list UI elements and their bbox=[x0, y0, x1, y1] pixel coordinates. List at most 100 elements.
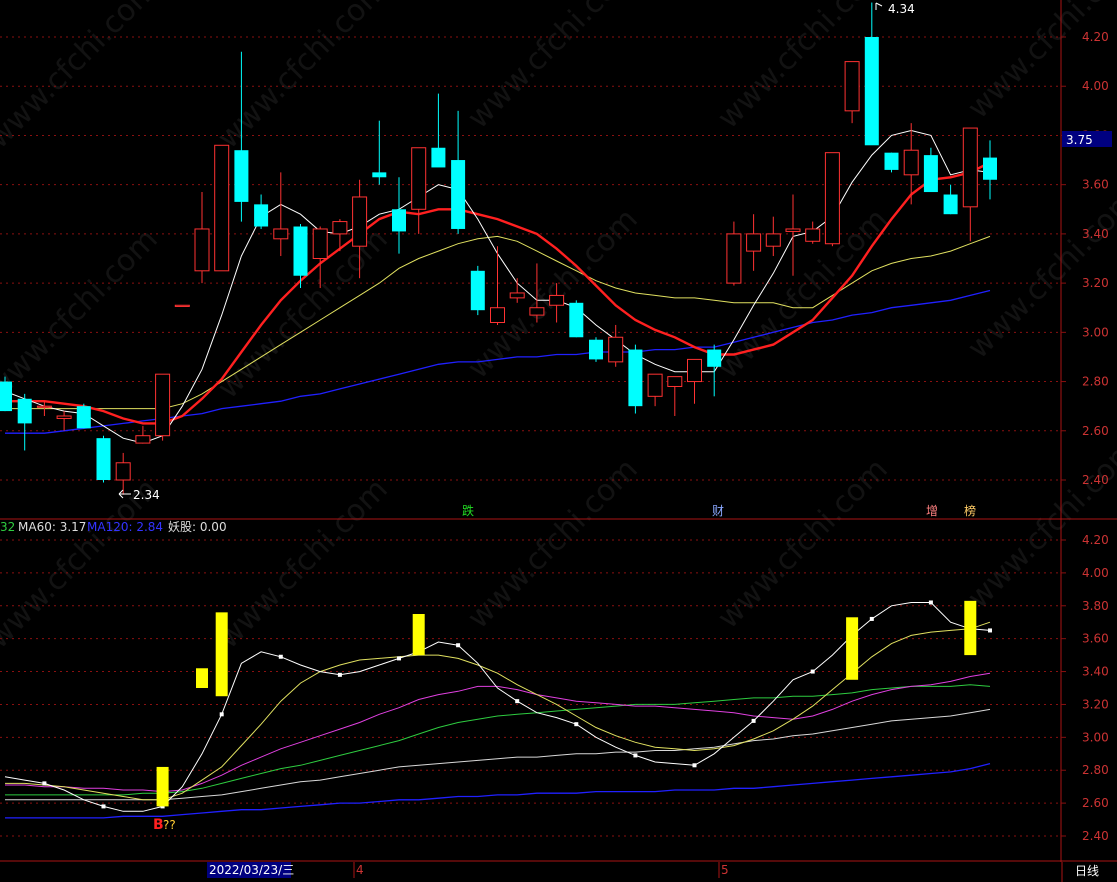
candle-body-up bbox=[765, 233, 781, 247]
signal-bar bbox=[846, 617, 859, 680]
price-tick-label: 2.40 bbox=[1082, 473, 1109, 487]
candle-body-up bbox=[667, 376, 683, 387]
candle-body-down bbox=[923, 155, 938, 193]
candle-body-up bbox=[844, 61, 860, 112]
legend-ma120: MA120: 2.84 bbox=[87, 520, 163, 534]
indicator-point bbox=[633, 753, 638, 758]
chart-background bbox=[0, 0, 1117, 882]
indicator-tick-label: 3.80 bbox=[1082, 599, 1109, 613]
signal-bar bbox=[215, 612, 228, 697]
price-tick-label: 2.60 bbox=[1082, 424, 1109, 438]
candle-body-up bbox=[155, 373, 171, 437]
indicator-point bbox=[574, 722, 579, 727]
candle-body-up bbox=[549, 294, 565, 306]
candle-body-up bbox=[608, 336, 624, 363]
event-marker-zeng[interactable]: 增 bbox=[926, 504, 938, 518]
indicator-point bbox=[692, 763, 697, 768]
signal-bar bbox=[196, 668, 208, 688]
buy-marker-suffix: ?? bbox=[163, 818, 176, 832]
indicator-point bbox=[988, 628, 992, 633]
indicator-point bbox=[928, 600, 933, 605]
candle-body-up bbox=[785, 228, 801, 232]
low-price-label: 2.34 bbox=[133, 488, 160, 502]
month-5-label: 5 bbox=[721, 863, 729, 877]
candle-body-down bbox=[707, 349, 722, 367]
candle-body-up bbox=[135, 435, 151, 444]
indicator-point bbox=[515, 699, 520, 704]
indicator-tick-label: 3.40 bbox=[1082, 665, 1109, 679]
candle-body-up bbox=[214, 144, 230, 272]
price-tick-label: 2.80 bbox=[1082, 375, 1109, 389]
indicator-point bbox=[278, 654, 283, 659]
candle-body-down bbox=[76, 406, 91, 429]
candle-body-up bbox=[194, 228, 210, 272]
candle-body-up bbox=[687, 358, 702, 383]
event-marker-bang[interactable]: 榜 bbox=[964, 503, 976, 518]
candle-body-up bbox=[509, 292, 525, 299]
price-tick-label: 4.00 bbox=[1082, 79, 1109, 93]
candle-body-up bbox=[312, 228, 328, 259]
price-tick-label: 3.00 bbox=[1082, 325, 1109, 339]
candle-body-up bbox=[174, 304, 190, 307]
candle-body-down bbox=[864, 37, 879, 146]
candle-body-down bbox=[96, 438, 111, 480]
candle-body-down bbox=[372, 172, 387, 178]
candle-body-down bbox=[0, 381, 12, 412]
indicator-tick-label: 3.00 bbox=[1082, 730, 1109, 744]
candle-body-up bbox=[352, 196, 368, 247]
indicator-tick-label: 2.60 bbox=[1082, 796, 1109, 810]
indicator-point bbox=[810, 669, 815, 674]
indicator-point bbox=[869, 616, 874, 621]
candle-body-up bbox=[490, 307, 505, 323]
high-price-label: 4.34 bbox=[888, 2, 915, 16]
candle-body-up bbox=[647, 373, 663, 397]
price-tick-label: 3.20 bbox=[1082, 276, 1109, 290]
price-tick-label: 3.60 bbox=[1082, 178, 1109, 192]
candle-body-up bbox=[273, 228, 289, 240]
candle-body-down bbox=[470, 270, 485, 311]
indicator-tick-label: 3.60 bbox=[1082, 632, 1109, 646]
candle-body-up bbox=[36, 405, 52, 408]
candle-body-down bbox=[628, 349, 643, 407]
candle-body-down bbox=[569, 302, 584, 338]
candle-body-down bbox=[254, 204, 269, 227]
legend-cut-value: 32 bbox=[0, 520, 15, 534]
stock-chart[interactable]: www.cfchi.com www.cfchi.com www.cfchi.com w… bbox=[0, 0, 1117, 882]
indicator-tick-label: 4.20 bbox=[1082, 533, 1109, 547]
candle-body-up bbox=[903, 149, 919, 176]
candle-body-down bbox=[943, 194, 958, 215]
current-price-label: 3.75 bbox=[1066, 133, 1093, 147]
indicator-point bbox=[219, 712, 224, 717]
candle-body-down bbox=[451, 160, 466, 229]
legend-yaogu: 妖股: 0.00 bbox=[168, 520, 227, 534]
candle-body-down bbox=[884, 152, 899, 170]
candle-body-up bbox=[824, 152, 840, 245]
event-marker-cai[interactable]: 财 bbox=[712, 504, 724, 518]
candle-body-up bbox=[529, 307, 545, 316]
price-tick-label: 4.20 bbox=[1082, 30, 1109, 44]
month-4-label: 4 bbox=[356, 863, 364, 877]
candle-body-up bbox=[726, 233, 742, 284]
candle-body-down bbox=[589, 339, 603, 360]
candle-body-up bbox=[56, 415, 72, 419]
indicator-tick-label: 4.00 bbox=[1082, 566, 1109, 580]
event-marker-die[interactable]: 跌 bbox=[462, 503, 474, 518]
candle-body-up bbox=[805, 228, 821, 242]
indicator-tick-label: 2.80 bbox=[1082, 763, 1109, 777]
candle-body-down bbox=[431, 147, 446, 168]
candle-body-up bbox=[962, 127, 978, 208]
indicator-tick-label: 3.20 bbox=[1082, 697, 1109, 711]
candle-body-down bbox=[293, 226, 308, 276]
signal-bar bbox=[964, 600, 977, 656]
legend-ma60: MA60: 3.17 bbox=[18, 520, 86, 534]
date-label: 2022/03/23/三 bbox=[209, 863, 294, 877]
indicator-point bbox=[101, 804, 106, 809]
candle-body-down bbox=[17, 398, 32, 424]
candle-body-up bbox=[115, 462, 131, 481]
candle-body-down bbox=[983, 157, 997, 180]
signal-bar bbox=[412, 614, 425, 656]
candle-body-down bbox=[392, 209, 406, 232]
price-tick-label: 3.40 bbox=[1082, 227, 1109, 241]
period-label[interactable]: 日线 bbox=[1075, 864, 1099, 878]
candle-body-up bbox=[746, 233, 762, 252]
